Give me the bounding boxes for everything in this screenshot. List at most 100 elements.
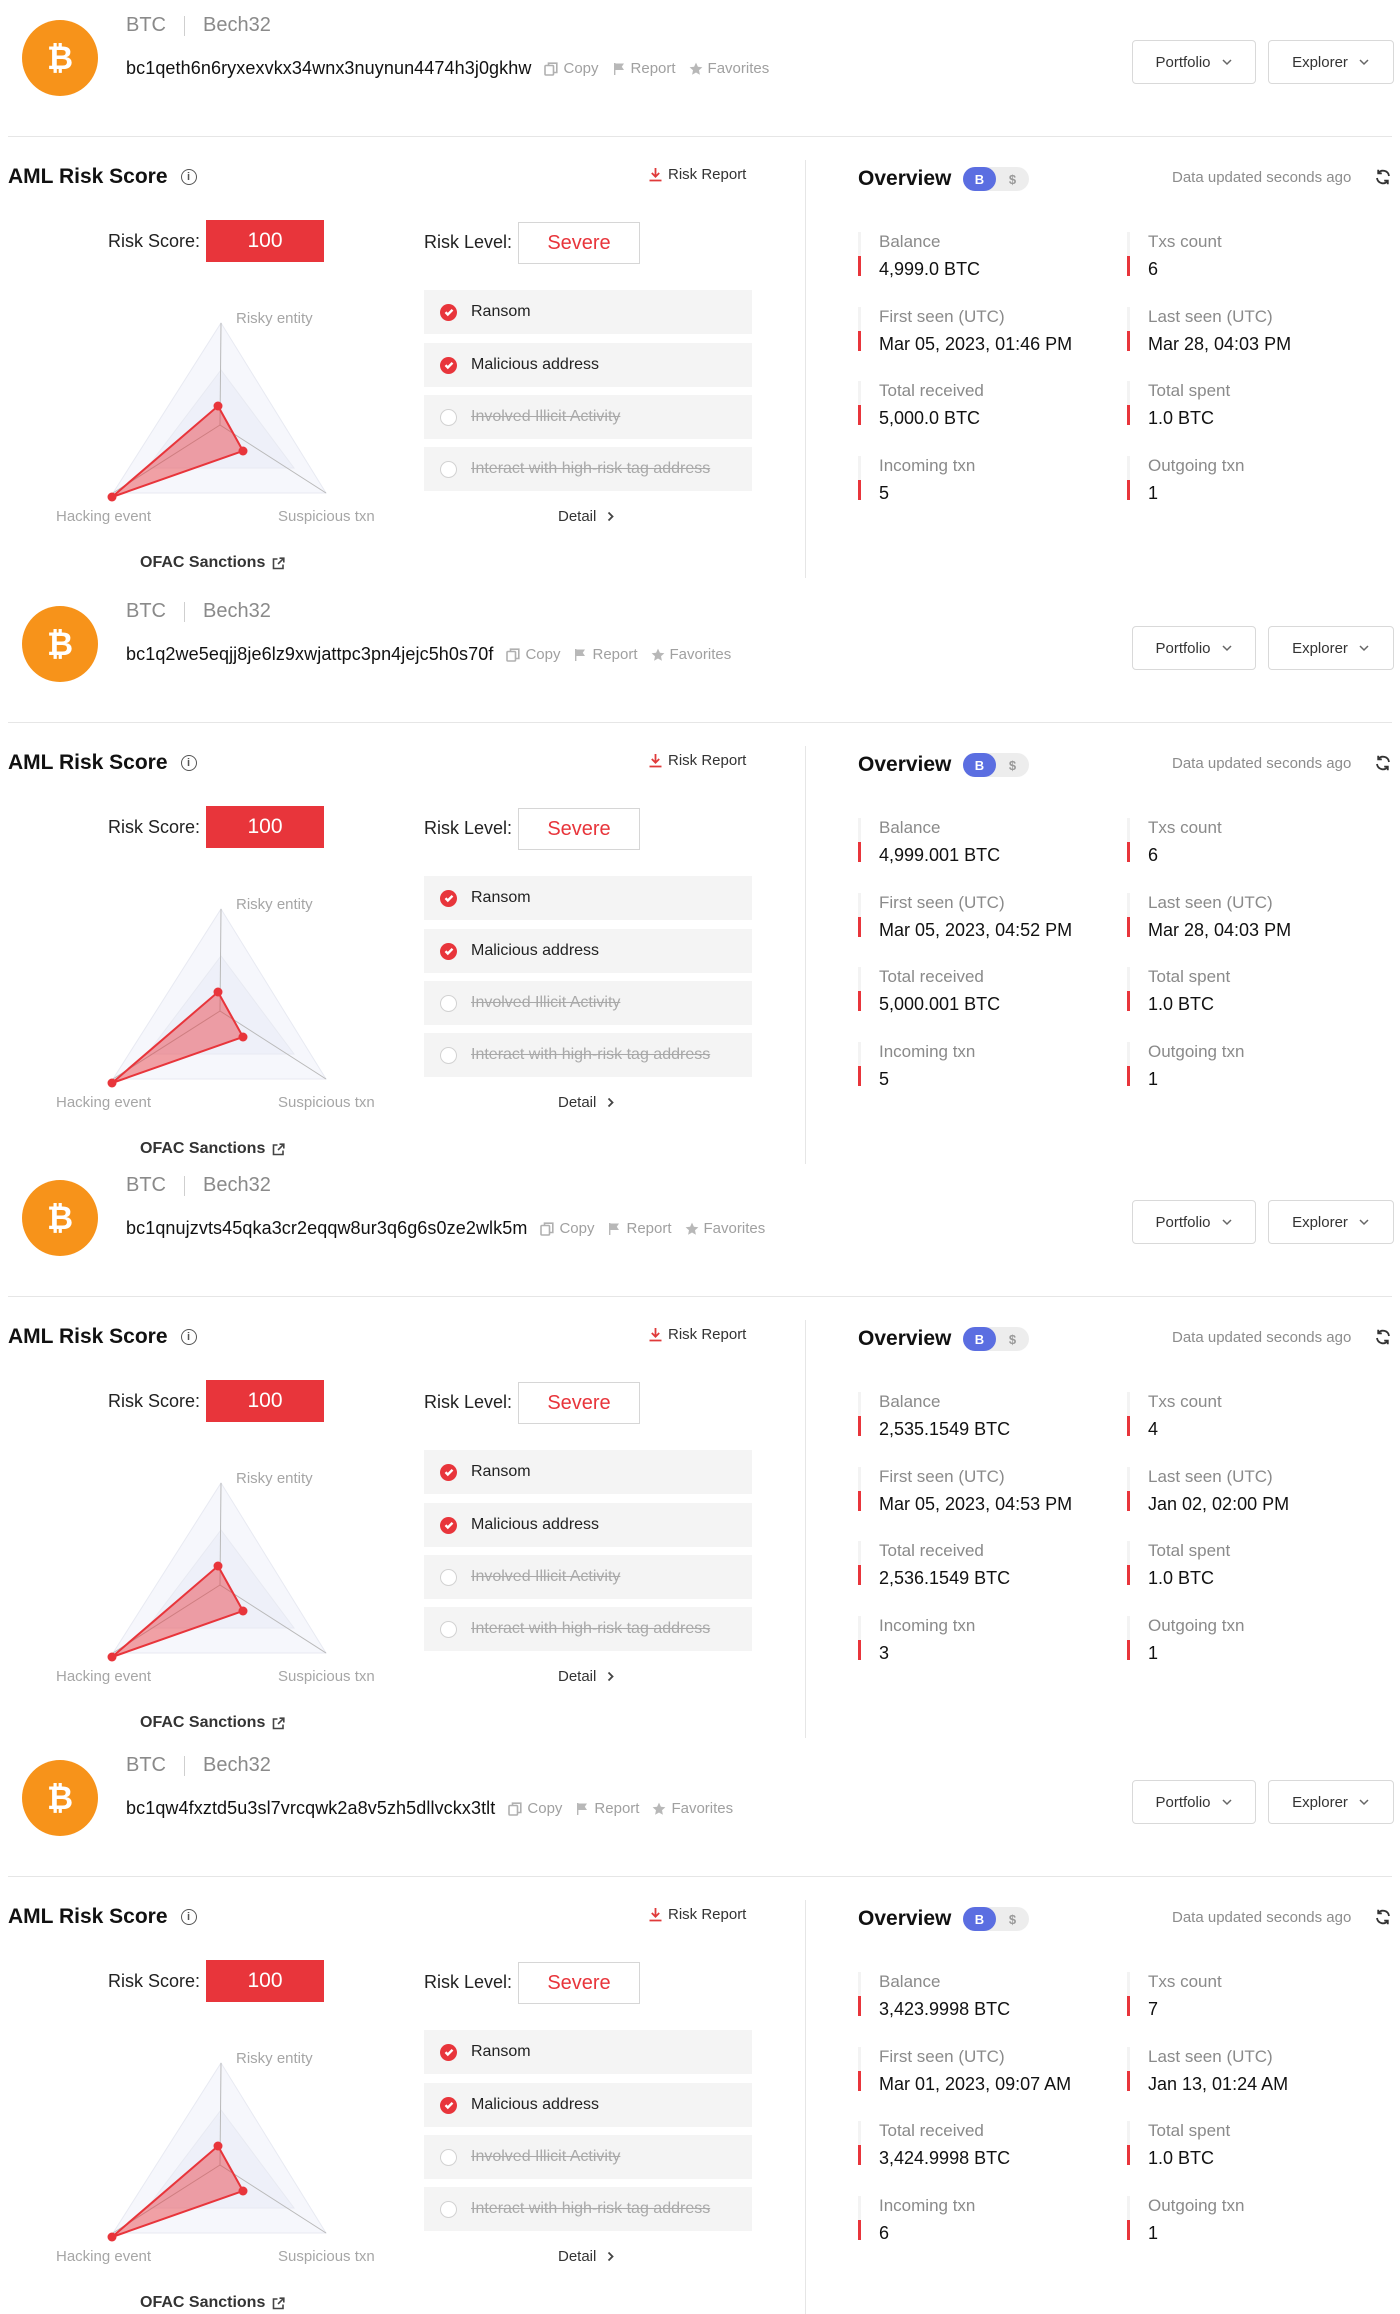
bitcoin-logo-icon: ₿: [22, 606, 98, 682]
refresh-button[interactable]: [1374, 1908, 1392, 1926]
copy-button[interactable]: Copy: [506, 646, 560, 663]
aml-risk-title: AML Risk Score i: [8, 751, 197, 775]
stat-label: First seen (UTC): [879, 1467, 1005, 1486]
risk-report-button[interactable]: Risk Report: [648, 1326, 746, 1343]
explorer-dropdown[interactable]: Explorer: [1268, 40, 1394, 84]
currency-toggle[interactable]: B $: [963, 753, 1029, 777]
risk-report-button[interactable]: Risk Report: [648, 166, 746, 183]
info-icon[interactable]: i: [180, 1329, 197, 1345]
stat-label: Last seen (UTC): [1148, 2047, 1273, 2066]
detail-link[interactable]: Detail: [558, 508, 616, 525]
risk-report-button[interactable]: Risk Report: [648, 752, 746, 769]
ofac-sanctions-link[interactable]: OFAC Sanctions: [140, 2294, 285, 2312]
separator: [184, 601, 185, 622]
stat-label: Balance: [879, 1392, 941, 1411]
info-icon[interactable]: i: [180, 169, 197, 185]
usd-toggle[interactable]: $: [996, 1907, 1029, 1931]
stat-label: Incoming txn: [879, 1042, 976, 1061]
aml-risk-title: AML Risk Score i: [8, 165, 197, 189]
radar-label-hacking: Hacking event: [56, 508, 152, 525]
stat-label: Txs count: [1148, 818, 1222, 837]
check-circle-icon: [440, 1463, 457, 1481]
explorer-dropdown[interactable]: Explorer: [1268, 626, 1394, 670]
risk-flag-label: Malicious address: [471, 1516, 600, 1533]
radar-label-risky: Risky entity: [236, 896, 313, 913]
stat-accent-bar: [858, 2047, 861, 2091]
radar-point-hacking: [107, 492, 117, 502]
favorites-button[interactable]: Favorites: [685, 1220, 765, 1237]
stat-label: Outgoing txn: [1148, 456, 1245, 475]
chevron-down-icon: [1359, 645, 1369, 652]
ofac-sanctions-link[interactable]: OFAC Sanctions: [140, 1140, 285, 1158]
favorites-button[interactable]: Favorites: [651, 646, 731, 663]
stat-accent-bar: [858, 1392, 861, 1436]
flag-icon: [575, 648, 586, 661]
portfolio-dropdown[interactable]: Portfolio: [1132, 1200, 1256, 1244]
usd-toggle[interactable]: $: [996, 1327, 1029, 1351]
portfolio-dropdown[interactable]: Portfolio: [1132, 626, 1256, 670]
detail-link[interactable]: Detail: [558, 1094, 616, 1111]
svg-text:₿: ₿: [47, 1199, 73, 1237]
stat-value: Mar 05, 2023, 01:46 PM: [879, 334, 1073, 354]
risk-score-value: 100: [206, 1960, 324, 2002]
detail-link[interactable]: Detail: [558, 1668, 616, 1685]
stat-accent-bar: [1127, 1042, 1130, 1086]
favorites-button[interactable]: Favorites: [689, 60, 769, 77]
copy-button[interactable]: Copy: [540, 1220, 594, 1237]
refresh-button[interactable]: [1374, 754, 1392, 772]
risk-report-button[interactable]: Risk Report: [648, 1906, 746, 1923]
info-icon[interactable]: i: [180, 755, 197, 771]
refresh-button[interactable]: [1374, 168, 1392, 186]
ofac-sanctions-link[interactable]: OFAC Sanctions: [140, 1714, 285, 1732]
risk-flag-item: Involved Illicit Activity: [424, 395, 752, 439]
btc-toggle[interactable]: B: [963, 167, 996, 191]
risk-flag-item: Ransom: [424, 876, 752, 920]
detail-link[interactable]: Detail: [558, 2248, 616, 2265]
report-button[interactable]: Report: [612, 60, 676, 77]
copy-button[interactable]: Copy: [544, 60, 599, 77]
usd-toggle[interactable]: $: [996, 167, 1029, 191]
btc-toggle[interactable]: B: [963, 1327, 996, 1351]
currency-toggle[interactable]: B $: [963, 1327, 1029, 1351]
portfolio-dropdown[interactable]: Portfolio: [1132, 40, 1256, 84]
report-button[interactable]: Report: [573, 646, 638, 663]
risk-flag-label: Involved Illicit Activity: [471, 408, 621, 425]
explorer-dropdown[interactable]: Explorer: [1268, 1780, 1394, 1824]
usd-toggle[interactable]: $: [996, 753, 1029, 777]
separator: [184, 15, 185, 36]
currency-toggle[interactable]: B $: [963, 1907, 1029, 1931]
stat-accent-bar: [1127, 456, 1130, 500]
refresh-button[interactable]: [1374, 1328, 1392, 1346]
portfolio-dropdown[interactable]: Portfolio: [1132, 1780, 1256, 1824]
svg-text:₿: ₿: [47, 39, 73, 77]
star-icon: [651, 648, 664, 661]
stat-accent-bar: [858, 893, 861, 937]
risk-flag-label: Malicious address: [471, 942, 600, 959]
risk-flag-item: Malicious address: [424, 1503, 752, 1547]
risk-score-label: Risk Score:: [108, 1971, 201, 1991]
chevron-down-icon: [1221, 1799, 1232, 1806]
risk-flag-item: Interact with high-risk tag address: [424, 447, 752, 491]
btc-toggle[interactable]: B: [963, 1907, 996, 1931]
explorer-dropdown[interactable]: Explorer: [1268, 1200, 1394, 1244]
panel-divider: [805, 746, 806, 1164]
risk-score-value: 100: [206, 806, 324, 848]
stat-value: 2,536.1549 BTC: [879, 1568, 1011, 1588]
copy-button[interactable]: Copy: [508, 1800, 562, 1817]
currency-toggle[interactable]: B $: [963, 167, 1029, 191]
risk-flag-label: Involved Illicit Activity: [471, 1568, 621, 1585]
stat-value: 1.0 BTC: [1148, 408, 1215, 428]
report-button[interactable]: Report: [607, 1220, 672, 1237]
bitcoin-logo-icon: ₿: [22, 1760, 98, 1836]
favorites-button[interactable]: Favorites: [652, 1800, 733, 1817]
stat-label: Balance: [879, 232, 941, 251]
report-button[interactable]: Report: [575, 1800, 639, 1817]
copy-icon: [506, 647, 521, 662]
radar-point-suspicious: [238, 446, 248, 456]
risk-radar-chart: Risky entity Hacking event Suspicious tx…: [40, 300, 400, 540]
ofac-sanctions-link[interactable]: OFAC Sanctions: [140, 554, 285, 572]
overview-title: Overview: [858, 1907, 952, 1930]
btc-toggle[interactable]: B: [963, 753, 996, 777]
refresh-icon: [1376, 1909, 1390, 1925]
info-icon[interactable]: i: [180, 1909, 197, 1925]
